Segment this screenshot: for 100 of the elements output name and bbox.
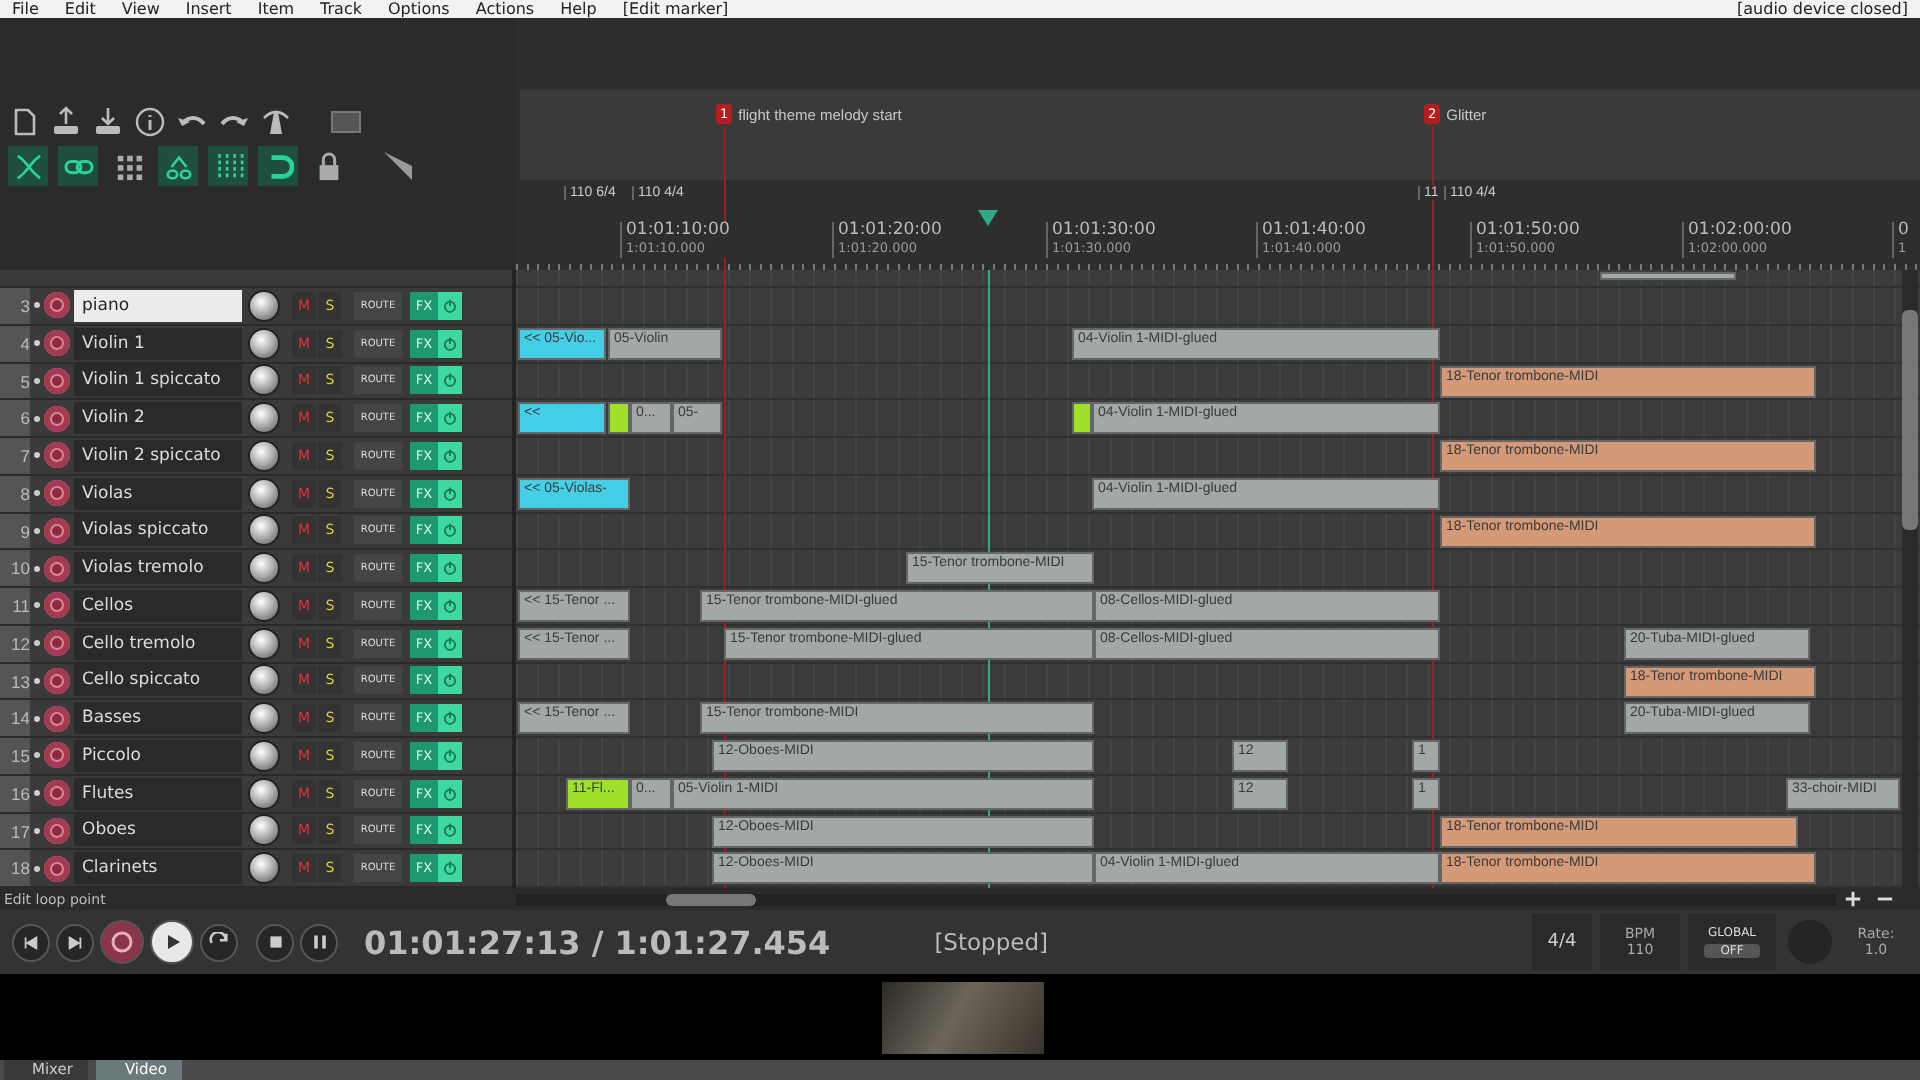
info-icon[interactable]	[134, 106, 166, 138]
grid-lines-icon[interactable]	[208, 146, 248, 186]
track-name[interactable]: Clarinets	[74, 852, 242, 885]
metronome-icon[interactable]	[260, 106, 292, 138]
fx-power-icon[interactable]	[438, 591, 462, 620]
upload-icon[interactable]	[50, 106, 82, 138]
track-name[interactable]: Cellos	[74, 589, 242, 622]
play-button[interactable]	[150, 920, 194, 964]
volume-knob[interactable]	[248, 627, 280, 660]
playhead-handle[interactable]	[978, 210, 998, 226]
volume-knob[interactable]	[248, 402, 280, 435]
volume-knob[interactable]	[248, 439, 280, 472]
media-item[interactable]	[608, 402, 630, 435]
track-name[interactable]: Flutes	[74, 777, 242, 810]
volume-knob[interactable]	[248, 327, 280, 360]
volume-knob[interactable]	[248, 702, 280, 735]
record-arm-button[interactable]	[44, 780, 70, 807]
track-dot-icon	[34, 415, 40, 422]
stop-button[interactable]	[256, 923, 294, 961]
volume-knob[interactable]	[248, 514, 280, 547]
time-signature-display[interactable]: 4/4	[1532, 914, 1592, 970]
fx-power-icon[interactable]	[438, 479, 462, 508]
fx-power-icon[interactable]	[438, 441, 462, 470]
fx-power-icon[interactable]	[438, 629, 462, 658]
pause-button[interactable]	[300, 923, 338, 961]
skip-back-button[interactable]	[12, 923, 50, 961]
record-arm-button[interactable]	[44, 742, 70, 769]
fx-power-icon[interactable]	[438, 816, 462, 845]
fx-power-icon[interactable]	[438, 741, 462, 770]
fx-power-icon[interactable]	[438, 554, 462, 583]
menu-item[interactable]: Insert	[185, 0, 232, 18]
record-arm-button[interactable]	[44, 705, 70, 732]
track-name[interactable]: Cello tremolo	[74, 627, 242, 660]
record-arm-button[interactable]	[44, 442, 70, 469]
record-arm-button[interactable]	[44, 367, 70, 394]
volume-knob[interactable]	[248, 739, 280, 772]
fx-power-icon[interactable]	[438, 329, 462, 358]
fx-power-icon[interactable]	[438, 366, 462, 395]
track-name[interactable]: Violin 2 spiccato	[74, 439, 242, 472]
track-name[interactable]: piano	[74, 289, 242, 322]
track-name[interactable]: Basses	[74, 702, 242, 735]
snap-icon[interactable]	[258, 146, 298, 186]
menu-item[interactable]: Item	[257, 0, 295, 18]
volume-knob[interactable]	[248, 664, 280, 697]
fx-power-icon[interactable]	[438, 704, 462, 733]
fx-power-icon[interactable]	[438, 666, 462, 695]
record-arm-button[interactable]	[44, 630, 70, 657]
record-arm-button[interactable]	[44, 330, 70, 357]
fx-power-icon[interactable]	[438, 291, 462, 320]
record-arm-button[interactable]	[44, 667, 70, 694]
track-number: 5	[0, 363, 30, 399]
volume-knob[interactable]	[248, 814, 280, 847]
track-name[interactable]: Piccolo	[74, 739, 242, 772]
record-arm-button[interactable]	[44, 855, 70, 882]
fx-power-icon[interactable]	[438, 516, 462, 545]
skip-forward-button[interactable]	[56, 923, 94, 961]
link-icon[interactable]	[58, 146, 98, 186]
record-arm-button[interactable]	[44, 817, 70, 844]
track-name[interactable]: Violas tremolo	[74, 552, 242, 585]
fx-power-icon[interactable]	[438, 404, 462, 433]
window-icon[interactable]	[330, 106, 362, 138]
volume-knob[interactable]	[248, 589, 280, 622]
track-name[interactable]: Violas	[74, 477, 242, 510]
ripple-edit-icon[interactable]	[8, 146, 48, 186]
track-name[interactable]: Violin 2	[74, 402, 242, 435]
track-name[interactable]: Violin 1 spiccato	[74, 364, 242, 397]
record-arm-button[interactable]	[44, 405, 70, 432]
triangle-ruler-icon[interactable]	[382, 150, 414, 182]
menu-item[interactable]: Track	[320, 0, 362, 18]
volume-knob[interactable]	[248, 364, 280, 397]
menu-item[interactable]: Help	[560, 0, 597, 18]
fx-power-icon[interactable]	[438, 854, 462, 883]
fx-power-icon[interactable]	[438, 779, 462, 808]
track-name[interactable]: Oboes	[74, 814, 242, 847]
download-icon[interactable]	[92, 106, 124, 138]
volume-knob[interactable]	[248, 552, 280, 585]
track-name[interactable]: Violin 1	[74, 327, 242, 360]
horizontal-scrollbar[interactable]	[516, 893, 1836, 905]
menu-item[interactable]: View	[121, 0, 160, 18]
record-arm-button[interactable]	[44, 480, 70, 507]
media-item[interactable]	[1072, 402, 1092, 435]
vertical-scrollbar[interactable]	[1902, 270, 1918, 888]
track-name[interactable]: Violas spiccato	[74, 514, 242, 547]
menu-item[interactable]: [Edit marker]	[622, 0, 729, 18]
record-button[interactable]	[100, 920, 144, 964]
menu-item[interactable]: Edit	[64, 0, 96, 18]
record-arm-button[interactable]	[44, 292, 70, 319]
track-name[interactable]: Cello spiccato	[74, 664, 242, 697]
menu-item[interactable]: Actions	[475, 0, 535, 18]
menu-item[interactable]: File	[12, 0, 39, 18]
envelope-link-icon[interactable]	[158, 146, 198, 186]
menu-item[interactable]: Options	[387, 0, 450, 18]
volume-knob[interactable]	[248, 777, 280, 810]
record-arm-button[interactable]	[44, 555, 70, 582]
repeat-button[interactable]	[200, 923, 238, 961]
volume-knob[interactable]	[248, 289, 280, 322]
volume-knob[interactable]	[248, 852, 280, 885]
volume-knob[interactable]	[248, 477, 280, 510]
record-arm-button[interactable]	[44, 592, 70, 619]
record-arm-button[interactable]	[44, 517, 70, 544]
